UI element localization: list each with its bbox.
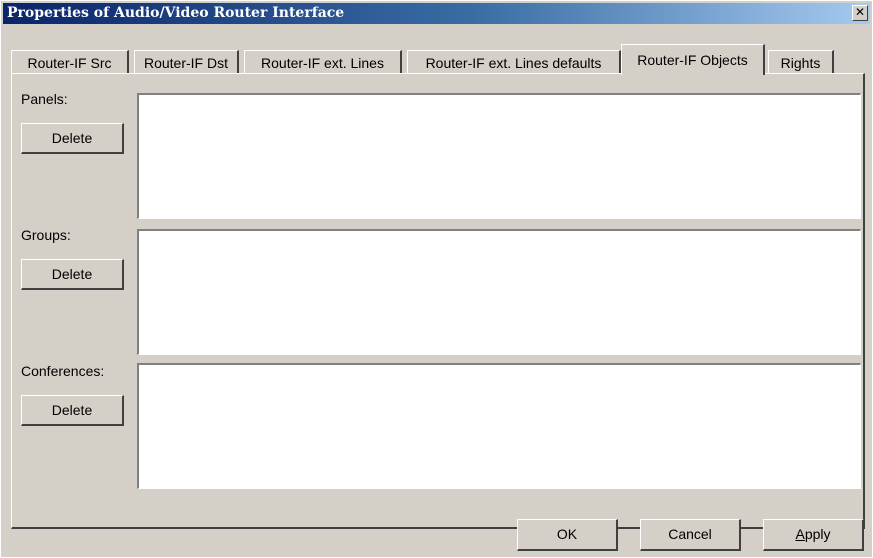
- conferences-list[interactable]: [137, 363, 861, 489]
- apply-label-rest: pply: [804, 526, 831, 542]
- groups-list[interactable]: [137, 229, 861, 355]
- close-button[interactable]: ✕: [852, 5, 868, 21]
- title-bar[interactable]: Properties of Audio/Video Router Interfa…: [3, 3, 870, 24]
- tab-router-if-ext-lines[interactable]: Router-IF ext. Lines: [244, 50, 402, 74]
- conferences-delete-button[interactable]: Delete: [21, 395, 124, 426]
- conferences-label: Conferences:: [21, 363, 105, 379]
- tab-router-if-ext-lines-defaults[interactable]: Router-IF ext. Lines defaults: [407, 50, 621, 74]
- tab-router-if-dst[interactable]: Router-IF Dst: [134, 50, 239, 74]
- tab-rights[interactable]: Rights: [768, 50, 834, 74]
- ok-button[interactable]: OK: [517, 519, 618, 551]
- close-icon: ✕: [854, 5, 866, 19]
- tab-router-if-src[interactable]: Router-IF Src: [11, 50, 129, 74]
- cancel-button[interactable]: Cancel: [640, 519, 741, 551]
- panels-delete-button[interactable]: Delete: [21, 123, 124, 154]
- window-title: Properties of Audio/Video Router Interfa…: [7, 5, 345, 21]
- panels-label: Panels:: [21, 91, 68, 107]
- apply-button[interactable]: Apply: [763, 519, 864, 551]
- tab-router-if-objects[interactable]: Router-IF Objects: [621, 44, 765, 75]
- apply-accelerator: A: [795, 526, 805, 542]
- groups-label: Groups:: [21, 227, 71, 243]
- properties-dialog: Properties of Audio/Video Router Interfa…: [0, 0, 873, 558]
- panels-list[interactable]: [137, 93, 861, 219]
- groups-delete-button[interactable]: Delete: [21, 259, 124, 290]
